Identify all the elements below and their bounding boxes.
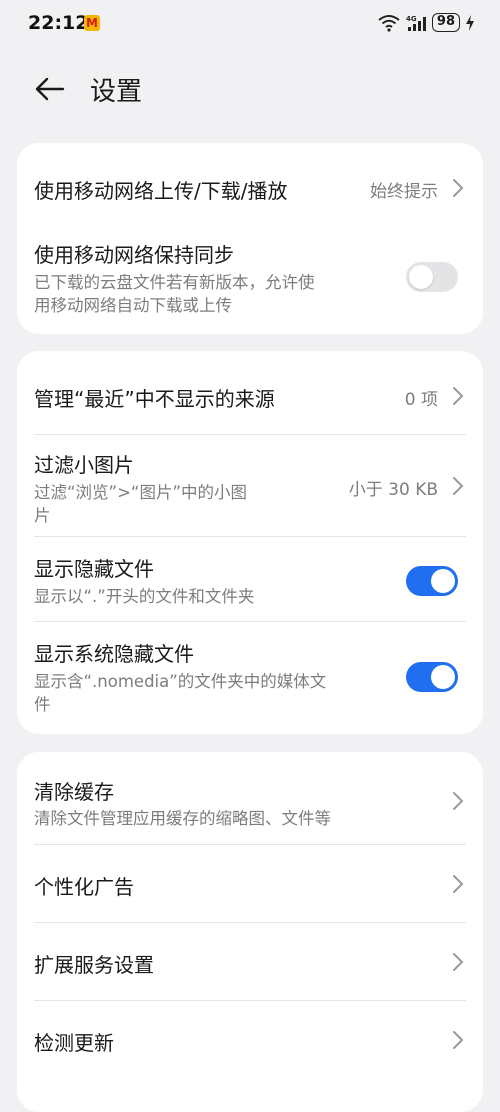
chevron-right-icon [453, 477, 464, 495]
clear-cache-label: 清除缓存 [34, 780, 114, 804]
chevron-right-icon [453, 387, 464, 405]
mcdonalds-app-icon: M [84, 15, 100, 31]
personalized-ads-row[interactable]: 个性化广告 [17, 845, 483, 922]
chevron-right-icon [453, 179, 464, 197]
clear-cache-row[interactable]: 清除缓存 清除文件管理应用缓存的缩略图、文件等 [17, 752, 483, 844]
filter-small-images-description-line1: 过滤“浏览”>“图片”中的小图 [34, 483, 248, 502]
check-update-label: 检测更新 [34, 1031, 114, 1055]
filter-small-images-label: 过滤小图片 [34, 453, 134, 477]
show-system-hidden-files-label: 显示系统隐藏文件 [34, 642, 194, 666]
chevron-right-icon [453, 953, 464, 971]
mobile-sync-description-line1: 已下载的云盘文件若有新版本，允许使 [34, 273, 315, 292]
status-bar: 22:12 M 4G 98 [0, 0, 500, 48]
mobile-network-transfer-label: 使用移动网络上传/下载/播放 [34, 179, 288, 203]
chevron-right-icon [453, 1031, 464, 1049]
mobile-sync-row[interactable]: 使用移动网络保持同步 已下载的云盘文件若有新版本，允许使 用移动网络自动下载或上… [17, 231, 483, 334]
mobile-sync-toggle[interactable] [406, 262, 458, 292]
settings-card-display: 管理“最近”中不显示的来源 0 项 过滤小图片 过滤“浏览”>“图片”中的小图 … [17, 351, 483, 734]
mobile-network-transfer-value: 始终提示 [370, 182, 438, 202]
settings-card-network: 使用移动网络上传/下载/播放 始终提示 使用移动网络保持同步 已下载的云盘文件若… [17, 143, 483, 334]
toggle-knob [409, 265, 433, 289]
mobile-network-transfer-row[interactable]: 使用移动网络上传/下载/播放 始终提示 [17, 143, 483, 231]
back-arrow-icon[interactable] [33, 72, 67, 106]
show-system-hidden-files-row[interactable]: 显示系统隐藏文件 显示含“.nomedia”的文件夹中的媒体文 件 [17, 622, 483, 734]
show-hidden-files-label: 显示隐藏文件 [34, 557, 154, 581]
wifi-icon [378, 14, 400, 32]
mobile-sync-label: 使用移动网络保持同步 [34, 243, 234, 267]
clear-cache-description: 清除文件管理应用缓存的缩略图、文件等 [34, 809, 331, 828]
signal-4g-icon: 4G [406, 15, 426, 31]
chevron-right-icon [453, 875, 464, 893]
show-system-hidden-files-toggle[interactable] [406, 662, 458, 692]
show-hidden-files-description: 显示以“.”开头的文件和文件夹 [34, 587, 255, 606]
personalized-ads-label: 个性化广告 [34, 875, 134, 899]
extension-services-label: 扩展服务设置 [34, 953, 154, 977]
page-header: 设置 [0, 62, 500, 118]
toggle-knob [431, 569, 455, 593]
page-title: 设置 [90, 77, 143, 107]
svg-text:4G: 4G [406, 15, 417, 23]
show-hidden-files-toggle[interactable] [406, 566, 458, 596]
toggle-knob [431, 665, 455, 689]
charging-icon [466, 14, 474, 31]
filter-small-images-description-line2: 片 [34, 506, 51, 525]
recent-sources-value: 0 项 [404, 390, 438, 410]
settings-card-general: 清除缓存 清除文件管理应用缓存的缩略图、文件等 个性化广告 扩展服务设置 检测更… [17, 752, 483, 1112]
mobile-sync-description-line2: 用移动网络自动下载或上传 [34, 296, 232, 315]
show-system-hidden-files-description-line1: 显示含“.nomedia”的文件夹中的媒体文 [34, 672, 327, 691]
show-system-hidden-files-description-line2: 件 [34, 695, 51, 714]
extension-services-row[interactable]: 扩展服务设置 [17, 923, 483, 1000]
show-hidden-files-row[interactable]: 显示隐藏文件 显示以“.”开头的文件和文件夹 [17, 537, 483, 621]
recent-sources-label: 管理“最近”中不显示的来源 [34, 387, 275, 411]
filter-small-images-row[interactable]: 过滤小图片 过滤“浏览”>“图片”中的小图 片 小于 30 KB [17, 435, 483, 536]
status-icons: 4G 98 [378, 13, 474, 32]
recent-sources-row[interactable]: 管理“最近”中不显示的来源 0 项 [17, 351, 483, 434]
status-time: 22:12 [28, 12, 89, 34]
battery-level: 98 [431, 13, 460, 32]
check-update-row[interactable]: 检测更新 [17, 1001, 483, 1078]
chevron-right-icon [453, 792, 464, 810]
filter-small-images-value: 小于 30 KB [348, 480, 438, 500]
